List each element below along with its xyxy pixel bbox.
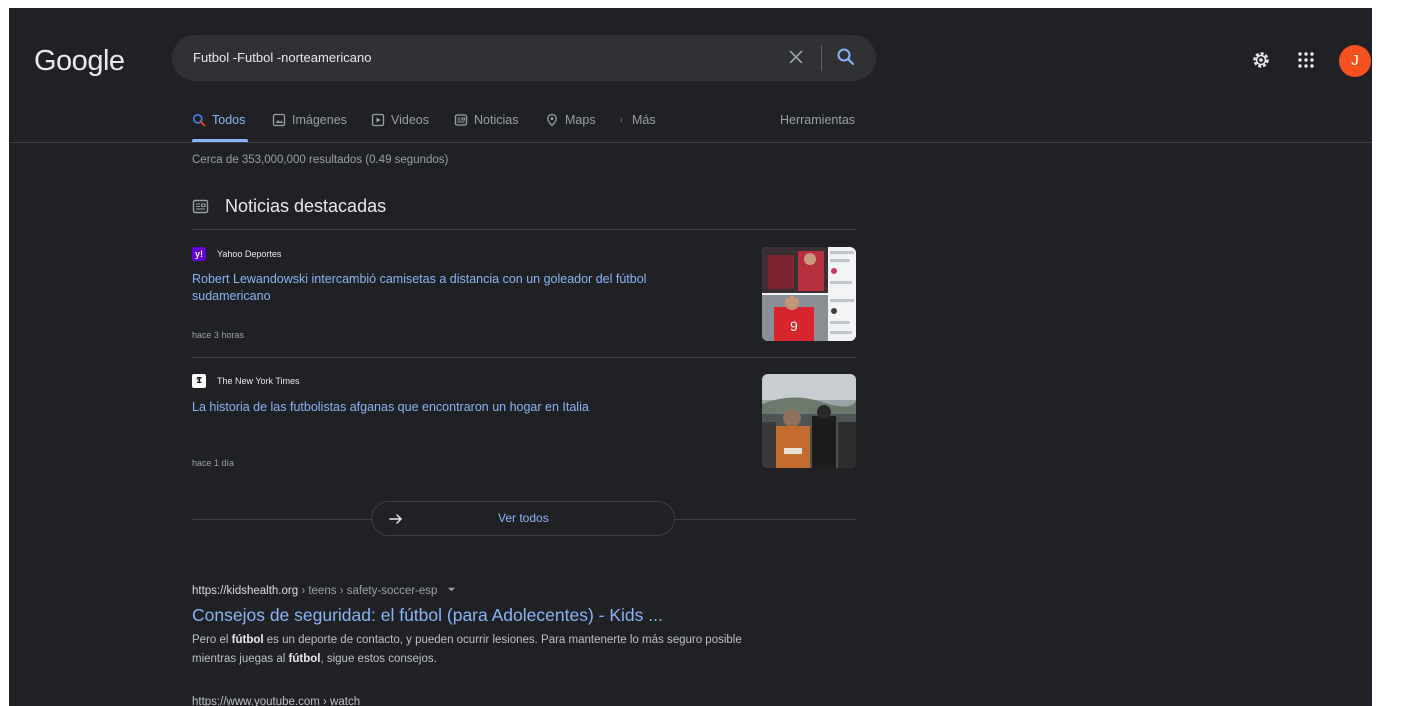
top-stories-title: Noticias destacadas bbox=[225, 196, 387, 216]
result-stats: Cerca de 353,000,000 resultados (0.49 se… bbox=[192, 154, 449, 166]
thumbnail-image: 9 bbox=[762, 247, 856, 341]
news-icon bbox=[192, 199, 209, 214]
result-url[interactable]: https://kidshealth.org › teens › safety-… bbox=[192, 585, 456, 597]
result-title-link[interactable]: Consejos de seguridad: el fútbol (para A… bbox=[192, 605, 663, 626]
tab-label: Noticias bbox=[474, 113, 519, 127]
more-vert-icon bbox=[620, 117, 622, 123]
tab-label: Imágenes bbox=[292, 113, 347, 127]
chevron-down-icon[interactable] bbox=[447, 585, 456, 594]
result-snippet: Pero el fútbol es un deporte de contacto… bbox=[192, 631, 752, 669]
see-all-label: Ver todos bbox=[498, 511, 549, 525]
svg-text:9: 9 bbox=[790, 318, 798, 334]
tab-todos[interactable]: Todos bbox=[192, 113, 245, 127]
search-input[interactable]: Futbol -Futbol -norteamericano bbox=[193, 50, 371, 65]
nyt-logo-icon: 𝕿 bbox=[192, 374, 206, 388]
apps-grid-icon[interactable] bbox=[1297, 51, 1315, 69]
search-box[interactable]: Futbol -Futbol -norteamericano bbox=[172, 35, 876, 81]
search-divider bbox=[821, 45, 822, 71]
avatar[interactable]: J bbox=[1339, 45, 1371, 77]
play-icon bbox=[371, 113, 385, 127]
story-source: The New York Times bbox=[217, 376, 300, 386]
see-all-button[interactable]: Ver todos bbox=[371, 501, 675, 536]
story-thumbnail[interactable]: 9 bbox=[762, 247, 856, 341]
gear-icon[interactable] bbox=[1251, 50, 1271, 70]
yahoo-logo-icon: y! bbox=[192, 247, 206, 261]
tools-button[interactable]: Herramientas bbox=[780, 113, 855, 127]
story-time: hace 1 día bbox=[192, 458, 235, 468]
next-result-url[interactable]: https://www.youtube.com › watch bbox=[192, 696, 360, 706]
tab-videos[interactable]: Videos bbox=[371, 113, 429, 127]
tab-maps[interactable]: Maps bbox=[545, 113, 596, 127]
map-pin-icon bbox=[547, 113, 557, 127]
snippet-text: es un deporte de contacto, y pueden ocur… bbox=[192, 634, 742, 665]
results-page: Google Futbol -Futbol -norteamericano J … bbox=[9, 8, 1372, 706]
snippet-text: , sigue estos consejos. bbox=[320, 653, 437, 665]
story-thumbnail[interactable] bbox=[762, 374, 856, 468]
close-icon[interactable] bbox=[786, 47, 806, 67]
news-icon bbox=[454, 114, 468, 126]
snippet-text: Pero el bbox=[192, 634, 232, 646]
story-headline[interactable]: La historia de las futbolistas afganas q… bbox=[192, 399, 712, 416]
search-icon[interactable] bbox=[836, 47, 856, 67]
tab-label: Todos bbox=[212, 113, 246, 127]
header-divider bbox=[9, 142, 1372, 143]
tab-label: Maps bbox=[565, 113, 596, 127]
result-path: › teens › safety-soccer-esp bbox=[298, 585, 438, 597]
google-logo[interactable]: Google bbox=[34, 45, 125, 78]
search-icon bbox=[193, 114, 206, 127]
tab-imagenes[interactable]: Imágenes bbox=[272, 113, 347, 127]
tab-mas[interactable]: Más bbox=[620, 113, 656, 127]
divider bbox=[192, 357, 856, 358]
snippet-highlight: fútbol bbox=[288, 653, 321, 665]
tab-label: Más bbox=[632, 113, 656, 127]
tab-label: Videos bbox=[391, 113, 429, 127]
divider bbox=[192, 519, 371, 520]
story-time: hace 3 horas bbox=[192, 330, 245, 340]
tab-noticias[interactable]: Noticias bbox=[454, 113, 518, 127]
snippet-highlight: fútbol bbox=[231, 634, 264, 646]
arrow-right-icon bbox=[389, 514, 402, 524]
divider bbox=[192, 229, 856, 230]
result-host: https://kidshealth.org bbox=[192, 585, 299, 597]
divider bbox=[675, 519, 856, 520]
image-icon bbox=[272, 113, 286, 127]
story-source: Yahoo Deportes bbox=[217, 249, 282, 259]
story-headline[interactable]: Robert Lewandowski intercambió camisetas… bbox=[192, 271, 712, 305]
thumbnail-image bbox=[762, 374, 856, 468]
